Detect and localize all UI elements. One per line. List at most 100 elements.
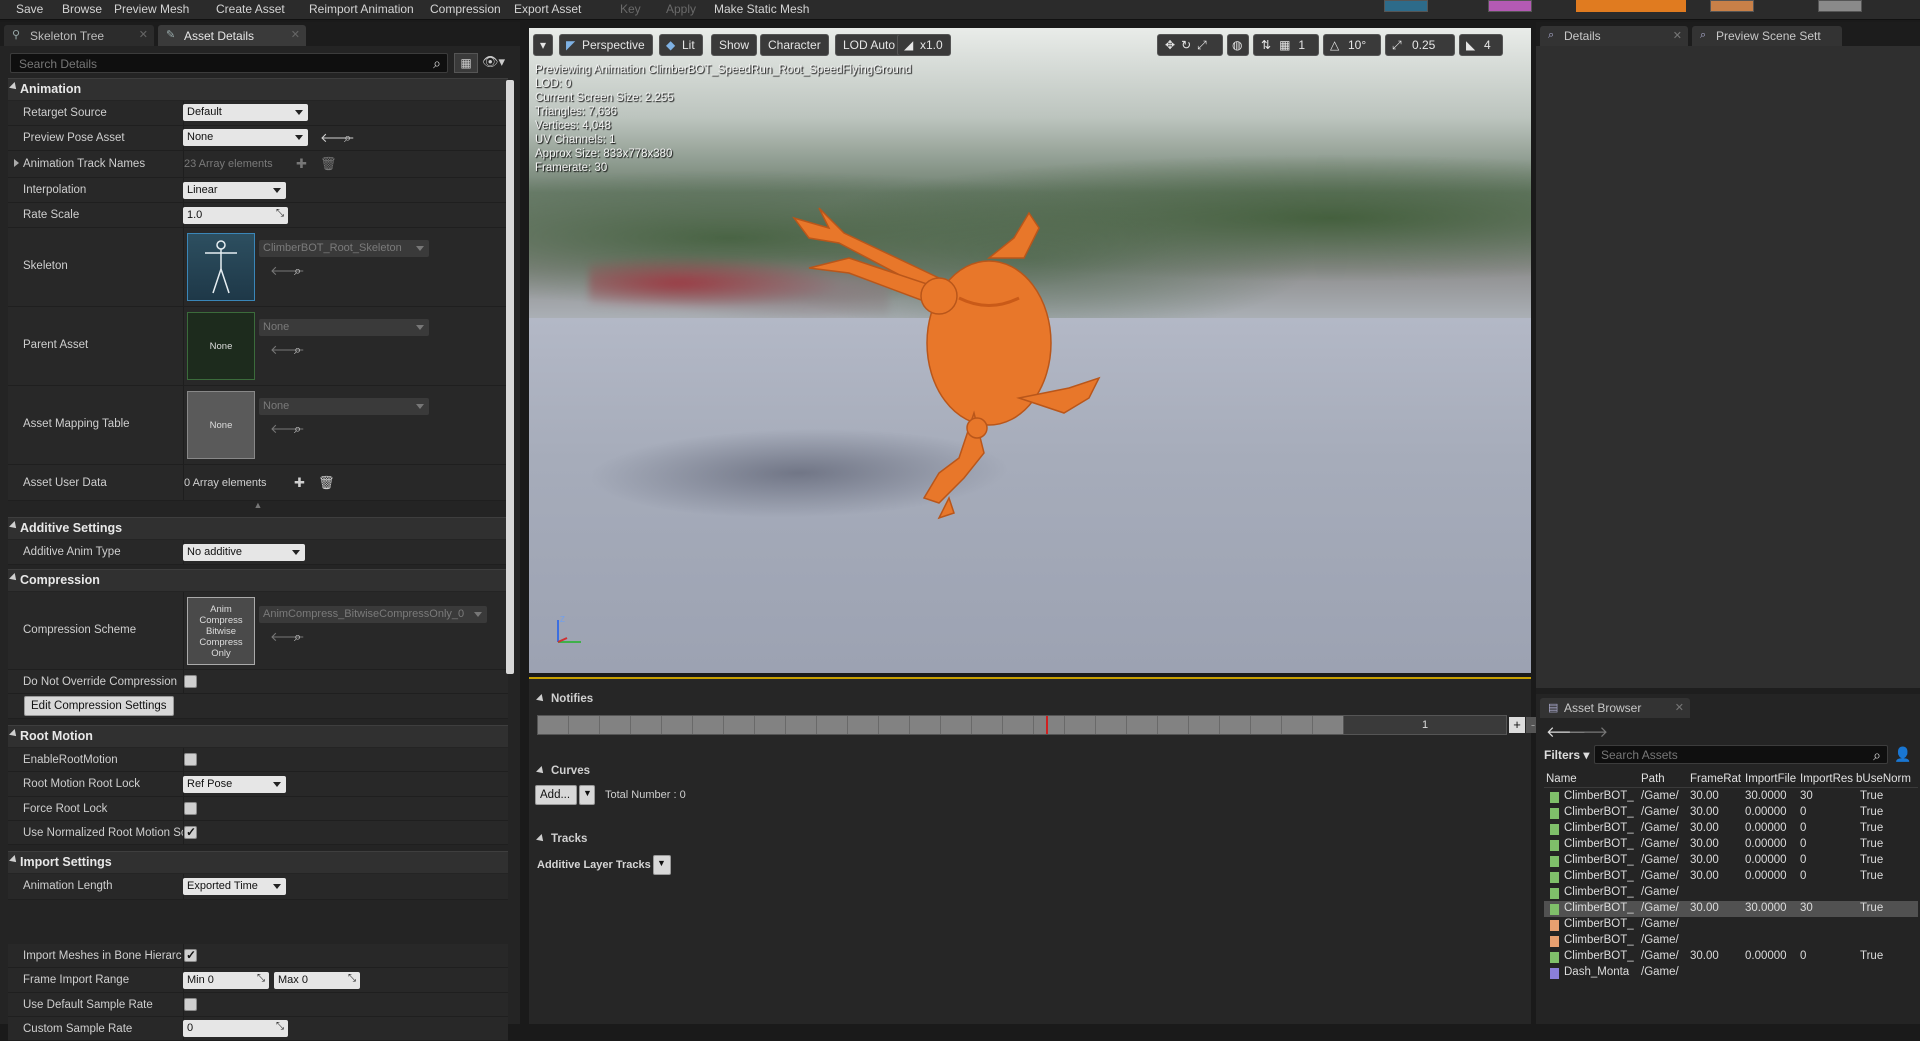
- asset-row[interactable]: ClimberBOT_ /Game/30.00 0.00000 0 True: [1544, 837, 1918, 853]
- camera-speed-button[interactable]: ◣ 4: [1459, 34, 1503, 56]
- filters-dropdown[interactable]: Filters ▾: [1544, 748, 1589, 762]
- edit-compression-settings-button[interactable]: Edit Compression Settings: [24, 696, 174, 716]
- animation-length-dropdown[interactable]: Exported Time: [183, 878, 286, 895]
- section-compression[interactable]: Compression: [8, 569, 508, 591]
- expand-arrow-icon[interactable]: [14, 159, 19, 167]
- add-element-icon[interactable]: ✚: [296, 157, 307, 170]
- col-importfile[interactable]: ImportFile: [1745, 773, 1796, 785]
- parent-asset-thumbnail[interactable]: None: [187, 312, 255, 380]
- skeleton-thumbnail[interactable]: [187, 233, 255, 301]
- key-button[interactable]: Key: [620, 2, 641, 16]
- viewport-options-dropdown[interactable]: ▾: [533, 34, 553, 56]
- section-additive-settings[interactable]: Additive Settings: [8, 517, 508, 539]
- close-icon[interactable]: ✕: [1673, 29, 1682, 42]
- transform-tools-group[interactable]: ✥↻⤢: [1157, 34, 1223, 56]
- tab-skeleton-tree[interactable]: ⚲ Skeleton Tree ✕: [4, 25, 154, 46]
- lit-mode-button[interactable]: ◆ Lit: [659, 34, 703, 56]
- browse-button[interactable]: Browse: [62, 2, 102, 16]
- frame-range-max-input[interactable]: Max 0 ⤡: [274, 972, 360, 989]
- default-sample-rate-checkbox[interactable]: [184, 998, 197, 1011]
- notify-scrub-bar[interactable]: [537, 715, 1344, 735]
- asset-row[interactable]: ClimberBOT_ /Game/30.00 0.00000 0 True: [1544, 805, 1918, 821]
- character-button[interactable]: Character: [760, 34, 829, 56]
- frame-range-min-input[interactable]: Min 0 ⤡: [183, 972, 269, 989]
- browse-search-icon[interactable]: ⌕: [294, 422, 301, 435]
- close-icon[interactable]: ✕: [291, 28, 300, 41]
- section-import-settings[interactable]: Import Settings: [8, 851, 508, 873]
- enable-root-motion-checkbox[interactable]: [184, 753, 197, 766]
- close-icon[interactable]: ✕: [139, 28, 148, 41]
- asset-row[interactable]: ClimberBOT_ /Game/: [1544, 917, 1918, 933]
- compression-button[interactable]: Compression: [430, 2, 501, 16]
- lod-auto-button[interactable]: LOD Auto: [835, 34, 904, 56]
- section-animation[interactable]: Animation: [8, 78, 508, 100]
- asset-thumbnail-4[interactable]: [1710, 0, 1754, 12]
- playhead-marker[interactable]: [1046, 716, 1048, 734]
- export-asset-button[interactable]: Export Asset: [514, 2, 581, 16]
- rotation-snap-button[interactable]: △ 10°: [1323, 34, 1381, 56]
- asset-row[interactable]: ClimberBOT_ /Game/: [1544, 933, 1918, 949]
- tab-asset-details[interactable]: ✎ Asset Details ✕: [158, 25, 306, 46]
- do-not-override-checkbox[interactable]: [184, 675, 197, 688]
- perspective-button[interactable]: ◤ Perspective: [559, 34, 653, 56]
- compression-scheme-thumbnail[interactable]: Anim Compress Bitwise Compress Only: [187, 597, 255, 665]
- add-element-icon[interactable]: ✚: [294, 476, 305, 489]
- preview-pose-dropdown[interactable]: None: [183, 129, 308, 146]
- additive-layer-dropdown[interactable]: ▼: [653, 855, 671, 875]
- tracks-header[interactable]: Tracks: [536, 833, 587, 845]
- add-notify-track-icon[interactable]: +: [1509, 717, 1525, 733]
- playback-speed-button[interactable]: ◢ x1.0: [897, 34, 951, 56]
- asset-row[interactable]: ClimberBOT_ /Game/30.00 0.00000 0 True: [1544, 853, 1918, 869]
- asset-thumbnail-5[interactable]: [1818, 0, 1862, 12]
- browse-search-icon[interactable]: ⌕: [294, 630, 301, 643]
- save-button[interactable]: Save: [16, 2, 43, 16]
- skeleton-dropdown[interactable]: ClimberBOT_Root_Skeleton: [259, 240, 429, 257]
- tab-preview-scene-settings[interactable]: ⌕ Preview Scene Sett: [1692, 26, 1842, 46]
- asset-row[interactable]: ClimberBOT_ /Game/: [1544, 885, 1918, 901]
- apply-button[interactable]: Apply: [666, 2, 696, 16]
- mapping-table-thumbnail[interactable]: None: [187, 391, 255, 459]
- col-name[interactable]: Name: [1546, 773, 1577, 785]
- search-details-input[interactable]: Search Details ⌕: [10, 53, 448, 73]
- make-static-mesh-button[interactable]: Make Static Mesh: [714, 2, 809, 16]
- grid-view-icon[interactable]: ▦: [454, 53, 478, 73]
- close-icon[interactable]: ✕: [1675, 701, 1684, 714]
- asset-thumbnail-active[interactable]: [1576, 0, 1686, 12]
- section-root-motion[interactable]: Root Motion: [8, 725, 508, 747]
- scale-snap-button[interactable]: ⤢ 0.25: [1385, 34, 1455, 56]
- asset-row[interactable]: ClimberBOT_ /Game/30.00 30.0000 30 True: [1544, 789, 1918, 805]
- show-button[interactable]: Show: [711, 34, 758, 56]
- preview-viewport[interactable]: ▾ ◤ Perspective ◆ Lit Show Character LOD A…: [529, 28, 1531, 673]
- user-icon[interactable]: 👤: [1894, 746, 1911, 763]
- search-assets-input[interactable]: Search Assets ⌕: [1594, 745, 1888, 764]
- normalized-root-motion-checkbox[interactable]: [184, 825, 197, 839]
- details-scrollbar[interactable]: [506, 80, 514, 674]
- reimport-animation-button[interactable]: Reimport Animation: [309, 2, 414, 16]
- advanced-collapse-icon[interactable]: ▲: [8, 501, 508, 511]
- add-curve-button[interactable]: Add...: [535, 785, 577, 805]
- visibility-eye-icon[interactable]: 👁▾: [482, 53, 516, 73]
- col-busenorm[interactable]: bUseNorm: [1856, 773, 1914, 785]
- forward-arrow-icon[interactable]: 🡒: [1568, 722, 1608, 741]
- create-asset-button[interactable]: Create Asset: [216, 2, 285, 16]
- asset-row[interactable]: ClimberBOT_ /Game/30.00 0.00000 0 True: [1544, 821, 1918, 837]
- asset-row[interactable]: ClimberBOT_ /Game/30.00 30.0000 30 True: [1544, 901, 1918, 917]
- interpolation-dropdown[interactable]: Linear: [183, 182, 286, 199]
- browse-search-icon[interactable]: ⌕: [294, 264, 301, 277]
- tab-asset-browser[interactable]: ▤ Asset Browser ✕: [1540, 698, 1690, 718]
- add-curve-dropdown[interactable]: ▼: [579, 785, 595, 805]
- additive-anim-type-dropdown[interactable]: No additive: [183, 544, 305, 561]
- preview-mesh-button[interactable]: Preview Mesh: [114, 2, 189, 16]
- asset-row[interactable]: ClimberBOT_ /Game/30.00 0.00000 0 True: [1544, 949, 1918, 965]
- browse-search-icon[interactable]: ⌕: [294, 343, 301, 356]
- asset-row[interactable]: ClimberBOT_ /Game/30.00 0.00000 0 True: [1544, 869, 1918, 885]
- notifies-header[interactable]: Notifies: [536, 693, 593, 705]
- world-local-toggle[interactable]: ◍: [1227, 34, 1249, 56]
- asset-thumbnail-1[interactable]: [1384, 0, 1428, 12]
- mapping-table-dropdown[interactable]: None: [259, 398, 429, 415]
- rate-scale-input[interactable]: 1.0 ⤡: [183, 207, 288, 224]
- parent-asset-dropdown[interactable]: None: [259, 319, 429, 336]
- asset-row[interactable]: Dash_Monta/Game/: [1544, 965, 1918, 981]
- compression-scheme-dropdown[interactable]: AnimCompress_BitwiseCompressOnly_0: [259, 606, 487, 623]
- col-framerate[interactable]: FrameRat: [1690, 773, 1741, 785]
